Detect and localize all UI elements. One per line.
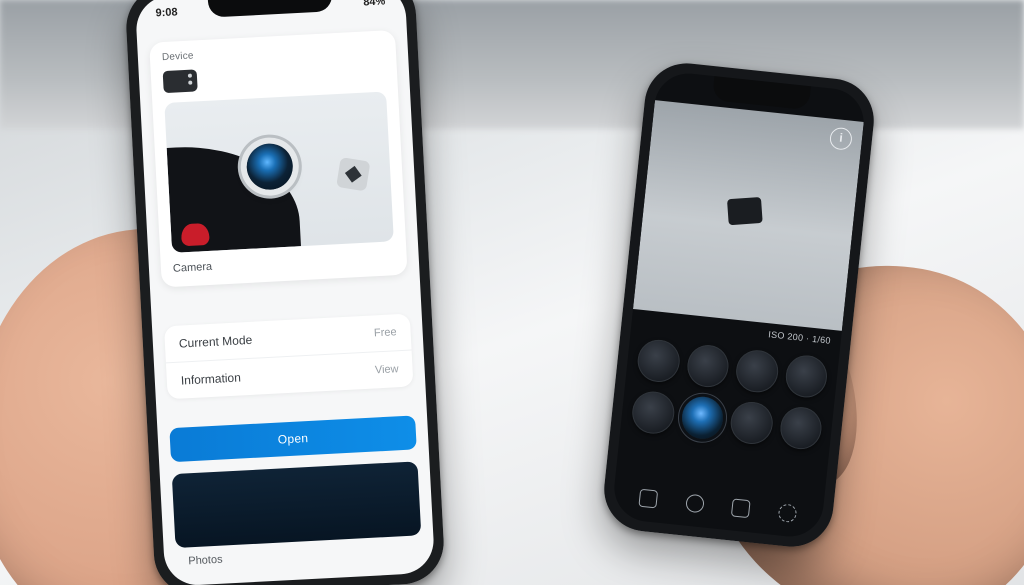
camera-controls <box>630 338 829 451</box>
bottom-section-label: Photos <box>188 554 223 568</box>
camera-meta-readout: ISO 200 · 1/60 <box>768 329 831 346</box>
fingernail <box>181 223 210 246</box>
camera-device-icon <box>163 69 198 93</box>
phone-left: 9:08 84% Device Camera Current Mode Free <box>124 0 446 585</box>
row-label: Current Mode <box>179 333 253 351</box>
info-icon[interactable]: i <box>829 127 853 151</box>
mode-icon[interactable] <box>685 494 705 514</box>
mode-icon[interactable] <box>639 489 659 509</box>
shutter-button[interactable] <box>679 395 725 441</box>
device-card-title: Device <box>162 41 384 64</box>
control-hdr-icon[interactable] <box>685 343 731 389</box>
phone-right: i ISO 200 · 1/60 <box>600 59 878 550</box>
photo-scene: 9:08 84% Device Camera Current Mode Free <box>0 0 1024 585</box>
phone-left-screen: 9:08 84% Device Camera Current Mode Free <box>135 0 436 585</box>
settings-list: Current Mode Free Information View <box>164 314 413 400</box>
mode-icon[interactable] <box>731 498 751 518</box>
camera-viewfinder[interactable]: i <box>633 100 864 331</box>
control-flash-icon[interactable] <box>636 338 682 384</box>
control-mode-icon[interactable] <box>729 400 775 446</box>
section-label: Camera <box>173 251 395 275</box>
device-card[interactable]: Device Camera <box>149 30 407 288</box>
row-label: Information <box>180 370 241 387</box>
control-filter-icon[interactable] <box>783 353 829 399</box>
row-value: View <box>375 363 399 376</box>
primary-action-label: Open <box>277 431 308 447</box>
control-switch-icon[interactable] <box>778 405 824 451</box>
row-value: Free <box>374 326 397 339</box>
bottom-mode-row <box>613 486 824 526</box>
status-time: 9:08 <box>155 6 178 19</box>
control-timer-icon[interactable] <box>734 348 780 394</box>
photo-thumbnail[interactable] <box>172 461 422 548</box>
status-battery: 84% <box>363 0 386 9</box>
control-gallery-icon[interactable] <box>630 390 676 436</box>
primary-action-button[interactable]: Open <box>169 415 416 462</box>
live-preview[interactable] <box>164 91 394 252</box>
chip-icon <box>336 157 370 191</box>
mode-icon[interactable] <box>777 503 797 523</box>
